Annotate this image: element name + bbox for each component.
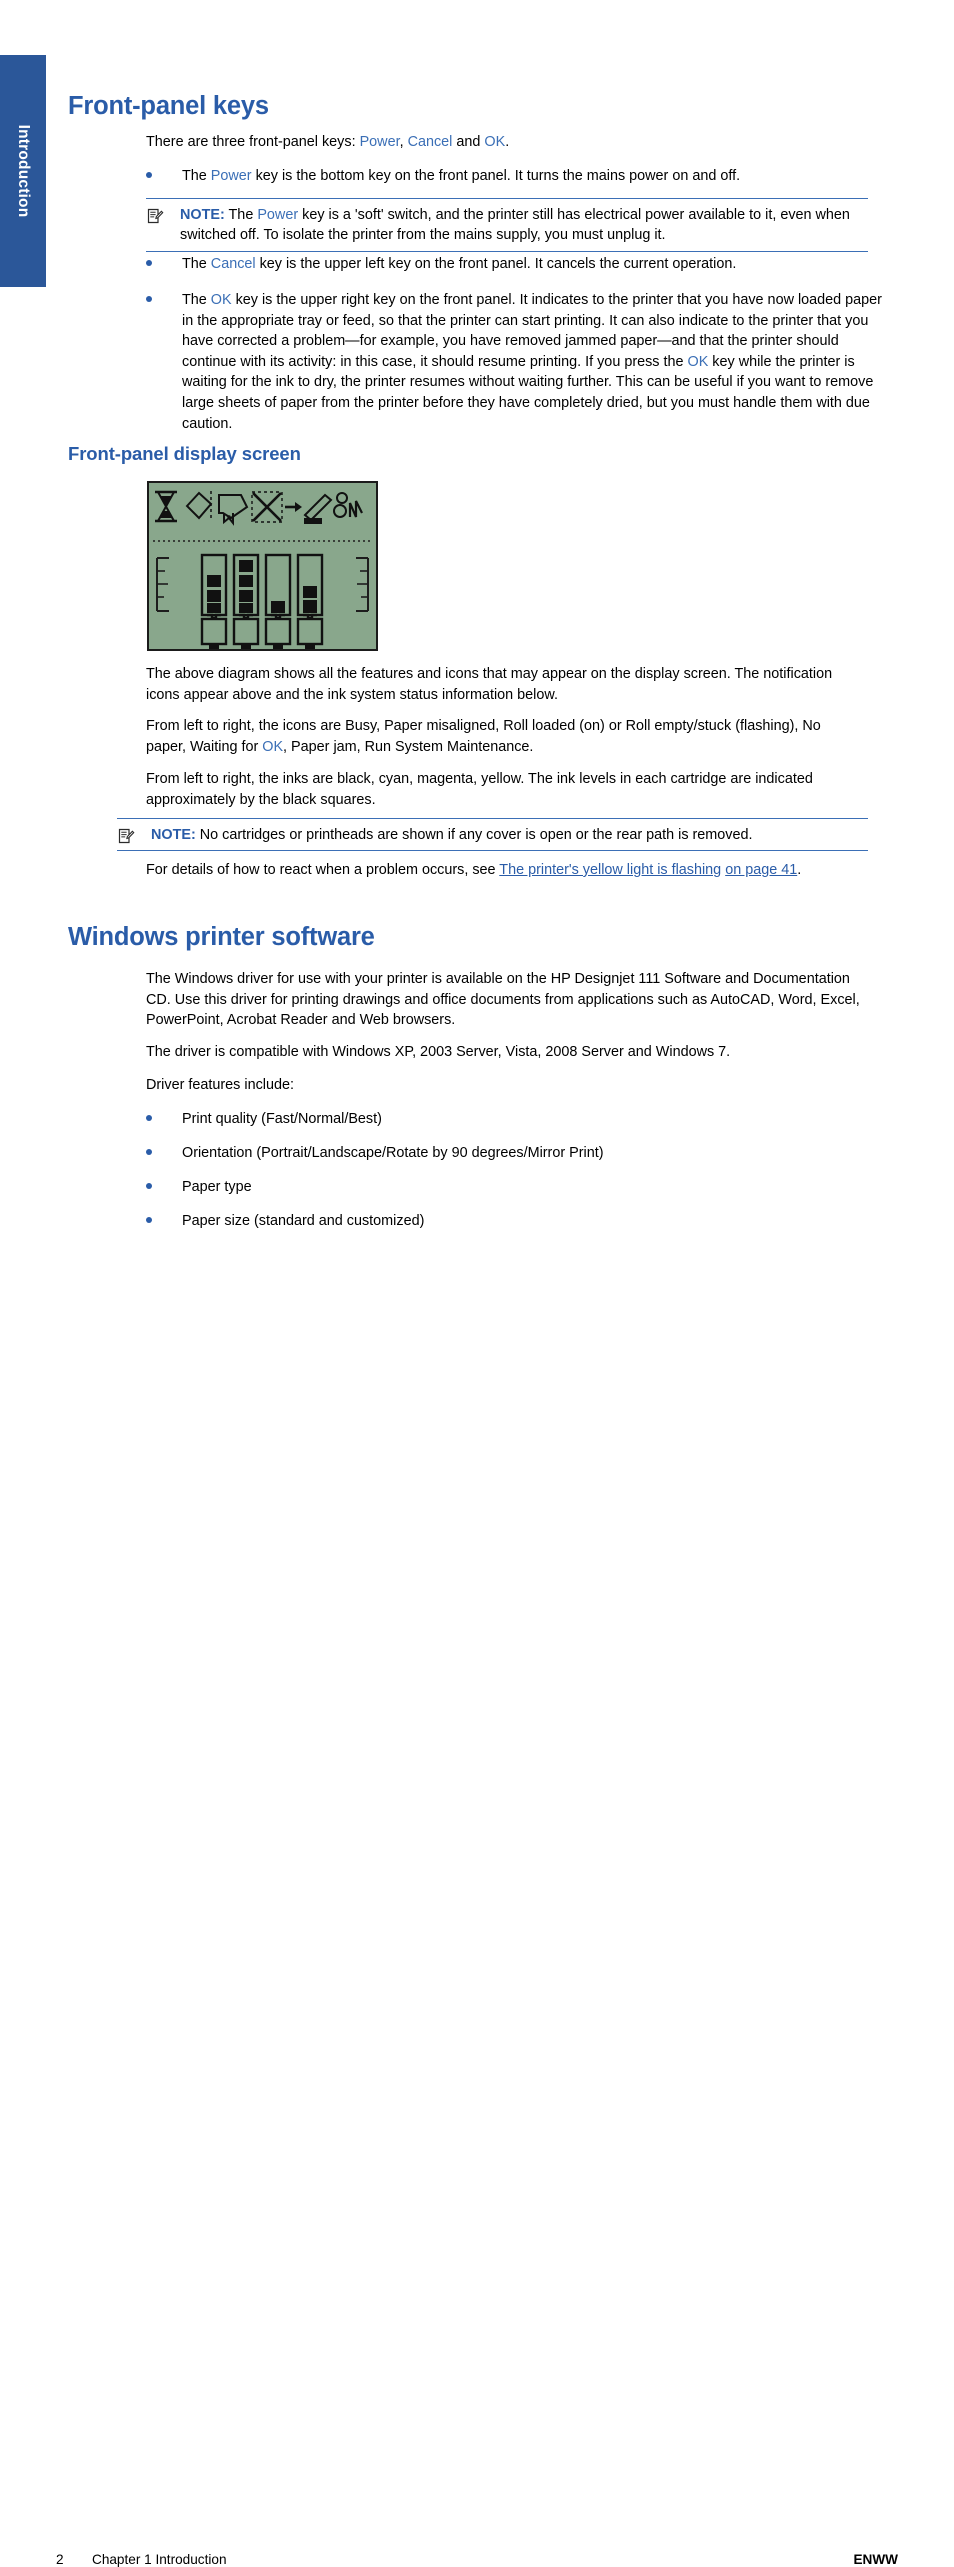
bullet-dot [146,1115,152,1121]
key-ok-ref: OK [210,292,232,308]
windows-software-para-1: The Windows driver for use with your pri… [146,971,860,1029]
display-figure-caption-1: The above diagram shows all the features… [146,666,833,703]
note1-pre: The [224,207,258,223]
bullet-power-post: key is the bottom key on the front panel… [251,168,741,184]
bullet-cancel-text: The Cancel key is the upper left key on … [182,254,866,275]
lcd-graphic [153,490,372,649]
note-power-soft-switch: NOTE: The Power key is a 'soft' switch, … [146,198,868,252]
waiting-for-ok-icon [303,493,333,524]
cartridge-black-level [207,575,221,613]
bullet-cancel-pre: The [182,256,211,272]
bullet-power-text: The Power key is the bottom key on the f… [182,166,866,187]
note-no-cartridges: NOTE: No cartridges or printheads are sh… [117,818,868,852]
xref-link-yellow-light[interactable]: The printer's yellow light is flashing [499,862,721,878]
heading-front-panel-display-screen: Front-panel display screen [68,443,301,464]
intro-period: . [505,134,510,150]
heading-front-panel-keys: Front-panel keys [68,92,269,120]
cartridge-cyan-level [239,560,253,613]
document-page: Introduction Front-panel keys There are … [0,0,954,2567]
key-power-ref: Power [257,207,299,223]
cartridge-yellow-level [303,586,317,613]
right-scale-bracket [356,557,369,612]
feature-label: Print quality (Fast/Normal/Best) [182,1111,382,1127]
footer-edition: ENWW [853,2552,898,2567]
bullet-cancel-post: key is the upper left key on the front p… [255,256,737,272]
feature-label: Paper size (standard and customized) [182,1213,425,1229]
bullet-ok-text: The OK key is the upper right key on the… [182,290,886,434]
paper-jam-icon [333,492,363,518]
note-no-cartridges-body: NOTE: No cartridges or printheads are sh… [151,819,868,850]
note-label: NOTE: [180,207,225,223]
bullet-dot [146,172,152,178]
roll-loaded-icon [218,494,249,526]
key-power-ref: Power [359,134,400,150]
note-icon [146,207,164,225]
front-panel-display-figure [147,481,378,651]
xref-link-page-41[interactable]: on page 41 [725,862,797,878]
bullet-ok-pre: The [182,292,211,308]
bullet-power-pre: The [182,168,211,184]
arrow-right-icon [285,502,302,512]
paper-misaligned-icon [185,491,213,520]
bullet-dot [146,1183,152,1189]
footer-chapter: Chapter 1 Introduction [92,2552,227,2567]
note-label: NOTE: [151,827,196,843]
key-power-ref: Power [210,168,252,184]
windows-software-para-2: The driver is compatible with Windows XP… [146,1044,731,1060]
bullet-dot [146,260,152,266]
page-footer: 2 Chapter 1 Introduction ENWW [0,1280,954,2567]
key-cancel-ref: Cancel [210,256,256,272]
intro-comma: , [399,134,408,150]
heading-windows-printer-software: Windows printer software [68,923,375,951]
note-icon [117,827,135,845]
display-inks-description: From left to right, the inks are black, … [146,771,813,808]
chapter-side-tab: Introduction [0,55,46,287]
bullet-dot [146,296,152,302]
note2-text: No cartridges or printheads are shown if… [195,827,753,843]
cartridge-magenta-level [271,601,285,613]
intro-text-pre: There are three front-panel keys: [146,134,360,150]
xref-period: . [797,862,802,878]
intro-and: and [452,134,485,150]
driver-features-intro: Driver features include: [146,1077,294,1093]
chapter-side-tab-label: Introduction [15,124,32,218]
key-ok-ref: OK [262,738,284,755]
front-panel-keys-intro: There are three front-panel keys: Power,… [146,132,866,153]
bullet-dot [146,1217,152,1223]
left-scale-bracket [156,557,169,612]
key-ok-ref: OK [687,353,709,370]
no-paper-icon [251,491,283,523]
display-icons-description: From left to right, the icons are Busy, … [146,716,846,757]
key-cancel-ref: Cancel [407,134,453,150]
bullet-dot [146,1149,152,1155]
feature-label: Paper type [182,1179,252,1195]
feature-label: Orientation (Portrait/Landscape/Rotate b… [182,1145,604,1161]
note-power-body: NOTE: The Power key is a 'soft' switch, … [180,199,868,251]
icons-desc-post: , Paper jam, Run System Maintenance. [283,738,534,755]
busy-hourglass-icon [155,490,177,523]
footer-page-number: 2 [56,2552,64,2567]
cross-reference-paragraph: For details of how to react when a probl… [146,860,846,881]
key-ok-ref: OK [484,134,506,150]
xref-pre: For details of how to react when a probl… [146,862,500,878]
